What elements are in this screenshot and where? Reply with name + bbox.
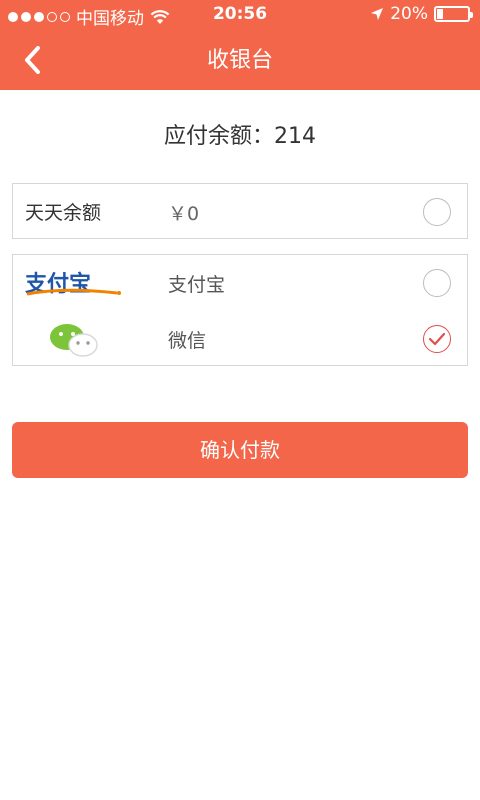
payment-method-row-wechat[interactable]: 微信 — [13, 311, 467, 367]
payment-methods-box: 支付宝 支付宝 微信 — [12, 254, 468, 366]
confirm-payment-button[interactable]: 确认付款 — [12, 422, 468, 478]
battery-level — [437, 9, 443, 19]
wechat-radio[interactable] — [423, 325, 451, 353]
top-bar: 中国移动 20:56 20% 收银台 — [0, 0, 480, 90]
status-bar: 中国移动 20:56 20% — [0, 0, 480, 30]
balance-option-label: 天天余额 — [25, 202, 102, 224]
balance-option-row[interactable]: 天天余额 ￥0 — [13, 184, 467, 240]
amount-due: 应付余额：214 — [164, 124, 316, 149]
checkmark-icon — [428, 332, 446, 346]
payment-method-label: 微信 — [168, 330, 207, 352]
page-title: 收银台 — [206, 48, 273, 73]
payment-method-row-alipay[interactable]: 支付宝 支付宝 — [13, 255, 467, 311]
battery-icon — [434, 6, 473, 22]
location-arrow-icon — [371, 8, 384, 20]
balance-option-value: ￥0 — [168, 203, 200, 225]
wechat-logo-icon — [50, 324, 98, 357]
balance-box: 天天余额 ￥0 — [12, 183, 468, 239]
alipay-logo-icon: 支付宝 — [25, 271, 121, 297]
alipay-radio[interactable] — [423, 269, 451, 297]
battery-percent: 20% — [390, 4, 428, 24]
payment-method-label: 支付宝 — [168, 274, 226, 296]
balance-radio[interactable] — [423, 198, 451, 226]
